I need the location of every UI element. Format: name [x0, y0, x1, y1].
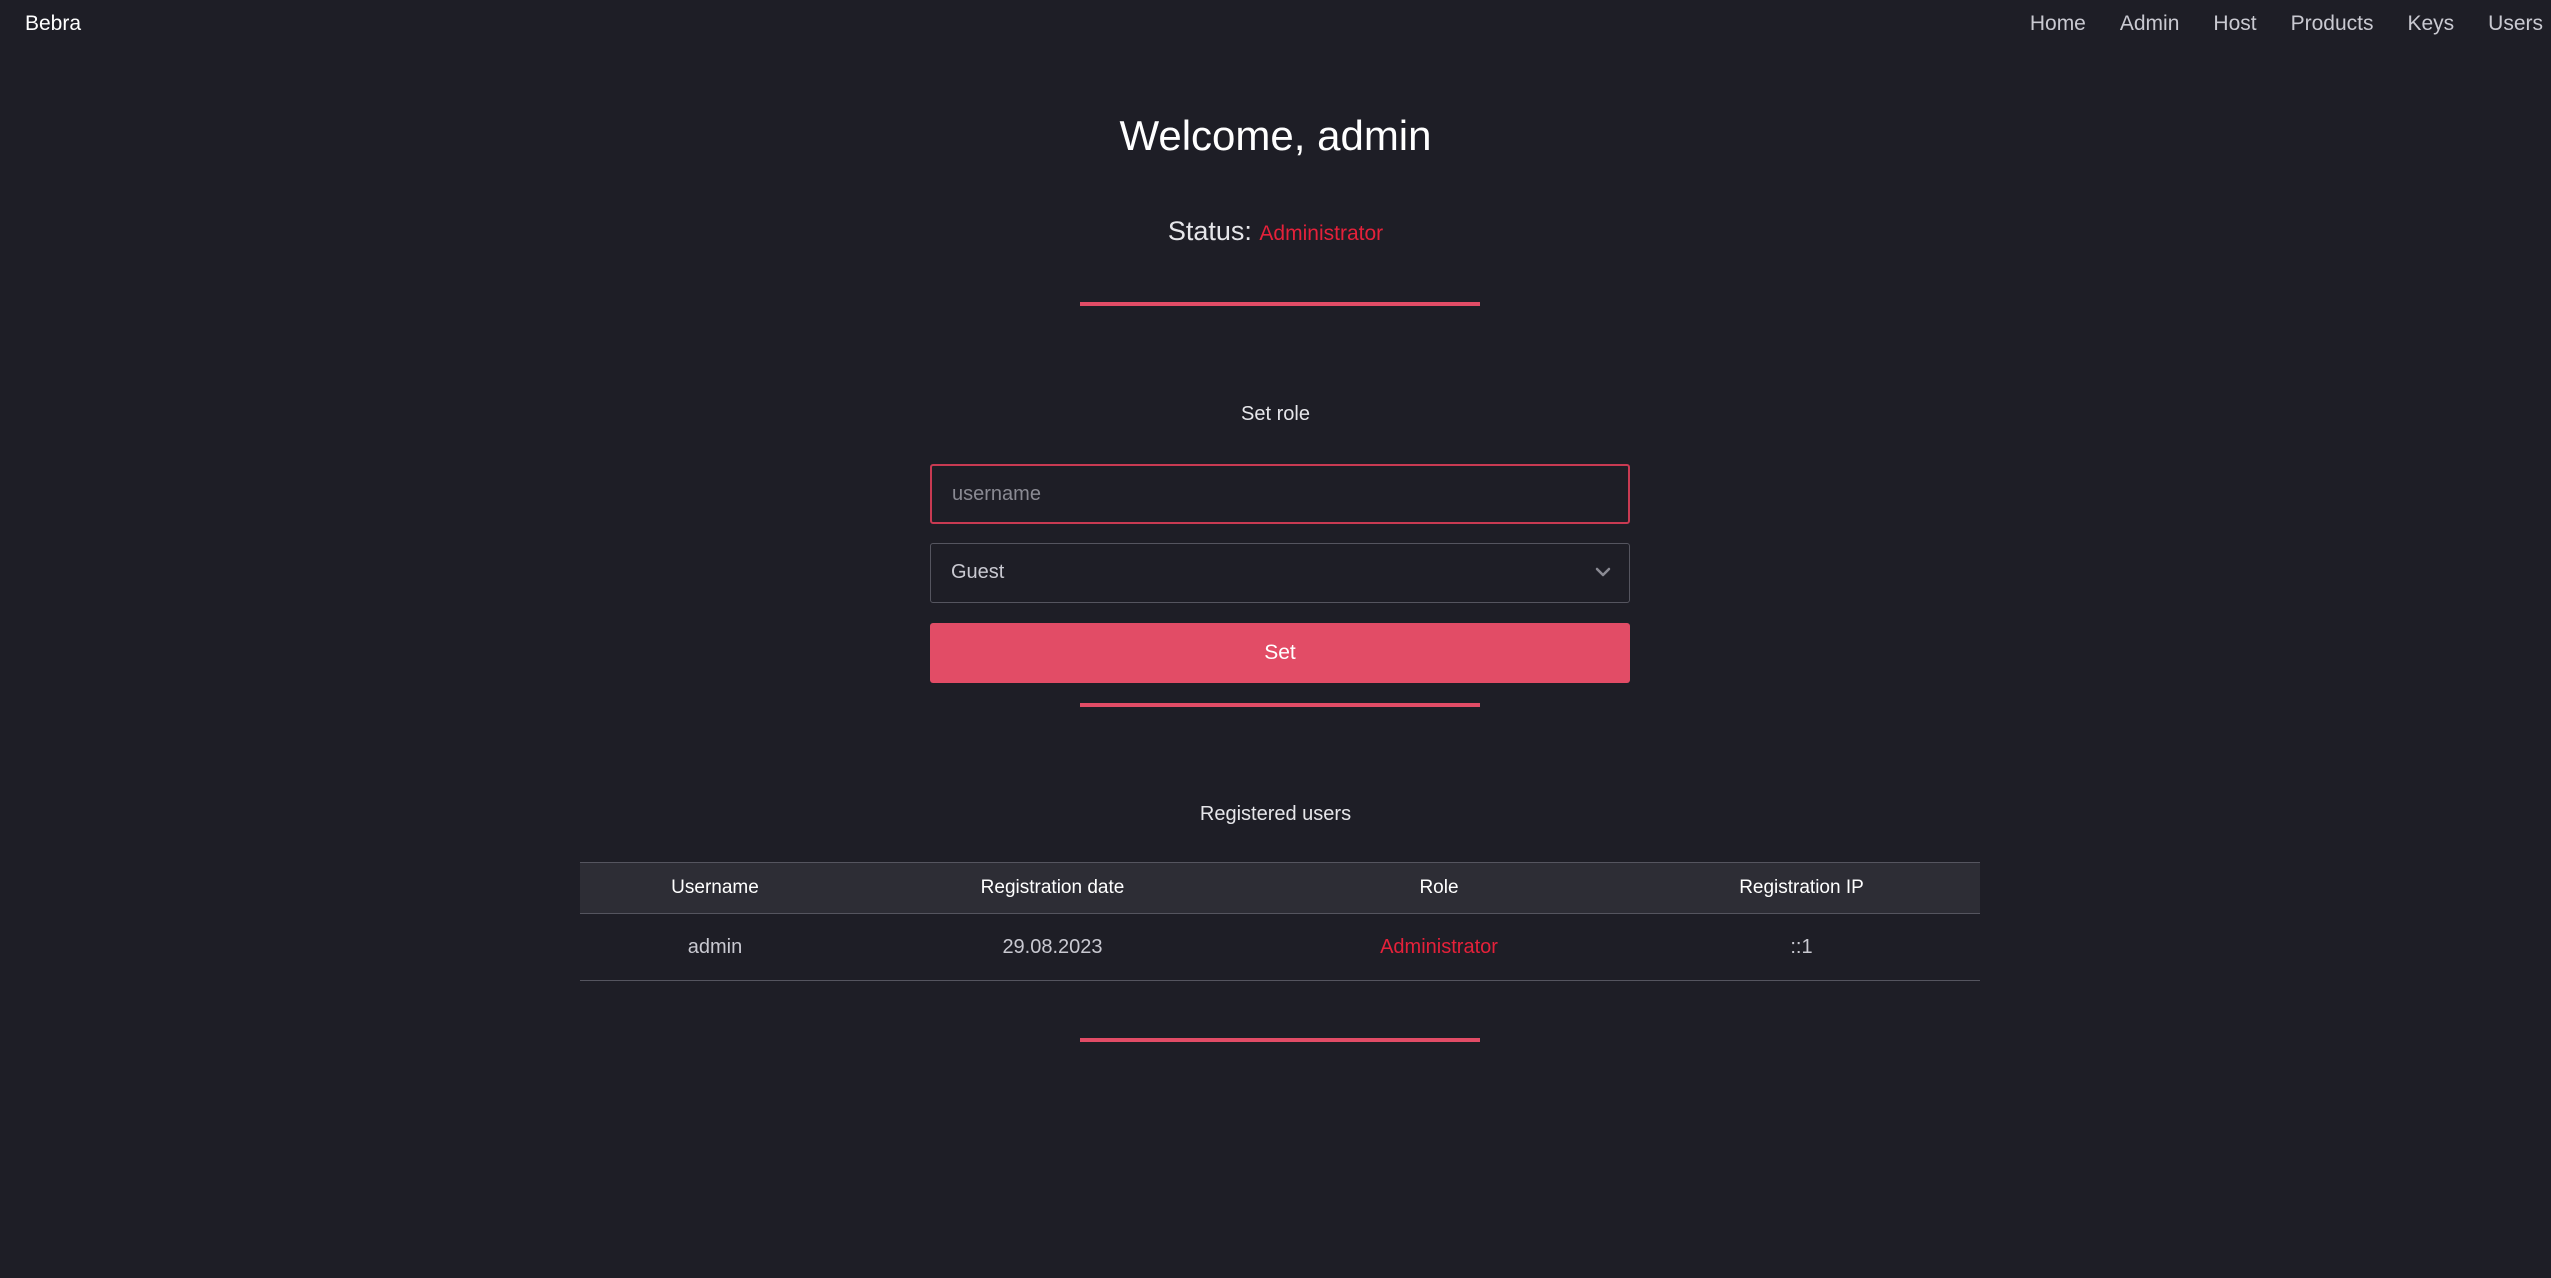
cell-role: Administrator	[1255, 913, 1623, 981]
cell-registration-date: 29.08.2023	[850, 913, 1255, 981]
divider	[1080, 703, 1480, 707]
nav-link-users[interactable]: Users	[2488, 12, 2543, 36]
status-label: Status:	[1167, 216, 1252, 246]
status-line: Status: Administrator	[0, 216, 2551, 247]
divider	[1080, 1038, 1480, 1042]
column-header-role: Role	[1419, 877, 1459, 898]
table-row: admin 29.08.2023 Administrator ::1	[580, 913, 1980, 981]
nav-link-host[interactable]: Host	[2213, 12, 2256, 36]
username-input[interactable]	[932, 466, 1628, 522]
nav-links: Home Admin Host Products Keys Users	[1996, 12, 2543, 36]
role-select[interactable]: Guest	[930, 543, 1630, 603]
set-role-title: Set role	[1241, 403, 1310, 425]
nav-link-home[interactable]: Home	[2030, 12, 2086, 36]
cell-username: admin	[580, 913, 850, 981]
cell-registration-ip: ::1	[1623, 913, 1980, 981]
registered-users-title: Registered users	[1199, 803, 1352, 825]
set-button[interactable]: Set	[930, 623, 1630, 683]
status-badge: Administrator	[1259, 222, 1384, 245]
navbar: Bebra Home Admin Host Products Keys User…	[0, 0, 2551, 48]
nav-link-products[interactable]: Products	[2291, 12, 2374, 36]
page-title: Welcome, admin	[1119, 112, 1432, 159]
nav-link-keys[interactable]: Keys	[2407, 12, 2454, 36]
column-header-username: Username	[671, 877, 759, 898]
column-header-registration-date: Registration date	[980, 877, 1125, 898]
divider	[1080, 302, 1480, 306]
role-select-value: Guest	[951, 561, 1005, 583]
table-header-row: Username Registration date Role Registra…	[580, 862, 1980, 914]
users-table: Username Registration date Role Registra…	[580, 862, 1980, 981]
brand-logo[interactable]: Bebra	[25, 12, 81, 36]
nav-link-admin[interactable]: Admin	[2120, 12, 2180, 36]
username-field-wrapper	[930, 464, 1630, 524]
column-header-registration-ip: Registration IP	[1739, 877, 1864, 898]
chevron-down-icon	[1595, 567, 1611, 577]
